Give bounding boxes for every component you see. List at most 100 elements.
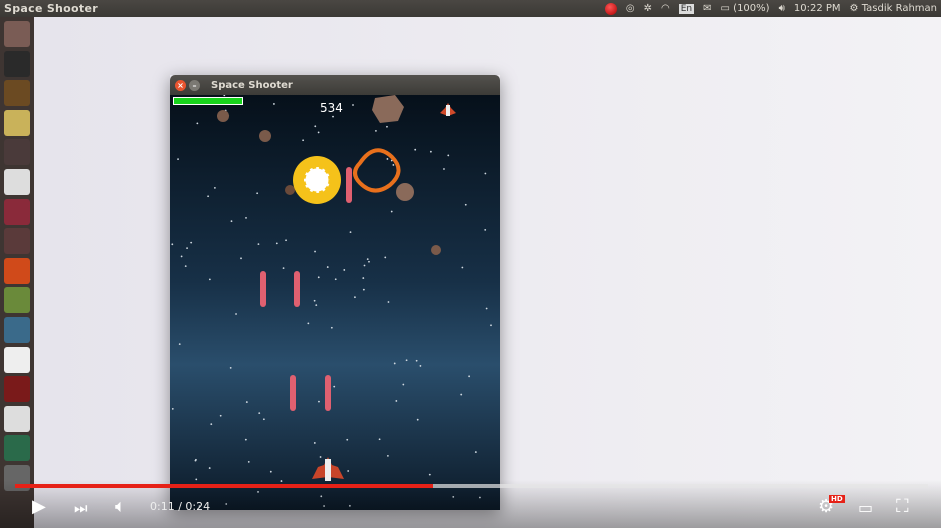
star [319, 456, 322, 458]
star [387, 454, 389, 457]
star [285, 239, 287, 242]
star [386, 158, 389, 160]
system-tray: ◎ ✲ ◠ En ✉ ▭ (100%) 🔊︎ 10:22 PM ⚙ Tasdik… [604, 0, 937, 17]
star [490, 324, 492, 327]
star [395, 400, 398, 402]
star [262, 418, 265, 421]
star [416, 418, 419, 421]
hd-badge: HD [829, 495, 845, 503]
explosion-core [302, 165, 332, 195]
star [405, 359, 408, 362]
terminal-icon[interactable] [4, 50, 30, 77]
battery-indicator[interactable]: ▭ (100%) [721, 3, 770, 14]
star [186, 247, 188, 250]
star [362, 288, 365, 291]
chrome-icon[interactable] [4, 109, 30, 136]
lasers [260, 167, 352, 411]
virtualbox-icon[interactable] [4, 317, 30, 343]
star [307, 322, 310, 325]
top-panel: Space Shooter ◎ ✲ ◠ En ✉ ▭ (100%) 🔊︎ 10:… [0, 0, 941, 17]
game-scene [171, 95, 492, 507]
star [313, 442, 316, 444]
volume-icon[interactable]: 🔊︎ [779, 3, 785, 14]
game-canvas[interactable]: 534 [170, 95, 500, 510]
window-titlebar[interactable]: × – Space Shooter [170, 75, 500, 95]
play-button[interactable]: ▶ [32, 496, 46, 517]
clock[interactable]: 10:22 PM [794, 3, 841, 14]
star [447, 154, 450, 157]
asteroid [217, 110, 229, 122]
star [474, 451, 477, 453]
battery-icon: ▭ [720, 3, 730, 14]
mysql-workbench-icon[interactable] [4, 169, 30, 195]
next-button[interactable]: ⏭ [74, 499, 88, 517]
volume-button[interactable]: 🔈︎ [115, 496, 126, 517]
progress-bar[interactable] [15, 484, 928, 488]
star [302, 139, 305, 142]
star [443, 168, 445, 170]
time-display: 0:11 / 0:24 [150, 500, 211, 513]
star [461, 266, 464, 269]
wifi-icon[interactable]: ◠ [661, 3, 670, 14]
star [375, 129, 377, 132]
star [386, 125, 388, 128]
files-icon[interactable] [4, 198, 30, 225]
star [207, 195, 210, 198]
screenshot-icon[interactable]: ✲ [644, 3, 652, 14]
game-window[interactable]: × – Space Shooter 534 [170, 75, 500, 510]
star [213, 187, 216, 189]
record-indicator-icon[interactable] [604, 2, 617, 15]
session-menu[interactable]: ⚙ Tasdik Rahman [850, 3, 937, 14]
star [468, 375, 471, 378]
enemy-ship [440, 103, 456, 116]
star [332, 115, 334, 118]
sublime-text-icon[interactable] [4, 80, 30, 107]
star [196, 122, 199, 125]
globe-browser-icon[interactable] [4, 435, 30, 462]
star [258, 412, 261, 415]
star [384, 256, 387, 259]
close-button[interactable]: × [175, 79, 186, 91]
star [317, 131, 320, 134]
star [415, 359, 418, 362]
theater-mode-button[interactable]: ▭ [858, 498, 873, 517]
text-editor-icon[interactable] [4, 346, 30, 373]
ubuntu-dash-icon[interactable] [4, 21, 30, 47]
star [245, 401, 248, 403]
star [171, 243, 174, 246]
gnome-cards-icon[interactable] [4, 376, 30, 403]
asteroid [372, 95, 404, 123]
battery-percent: (100%) [733, 3, 770, 14]
libreoffice-calc-icon[interactable] [4, 287, 30, 314]
fullscreen-button[interactable]: ⛶ [896, 496, 909, 517]
latex-icon[interactable] [4, 405, 30, 432]
star [273, 103, 275, 105]
star [244, 438, 247, 441]
user-name: Tasdik Rahman [861, 3, 937, 14]
star [414, 148, 417, 151]
window-title: Space Shooter [211, 79, 293, 91]
star [363, 264, 366, 267]
software-center-icon[interactable] [4, 257, 30, 284]
mail-icon[interactable]: ✉ [703, 3, 711, 14]
star [257, 243, 260, 246]
explosion-orange [353, 148, 401, 193]
star [240, 257, 242, 260]
stars [171, 95, 492, 507]
system-settings-icon[interactable] [4, 228, 30, 255]
star [314, 125, 317, 128]
star [333, 385, 336, 388]
star [229, 366, 232, 369]
star [378, 438, 381, 441]
launcher [0, 17, 34, 528]
health-bar [173, 97, 243, 105]
star [184, 265, 187, 267]
firefox-icon[interactable] [4, 139, 30, 166]
minimize-button[interactable]: – [189, 79, 200, 91]
gear-icon: ⚙ [849, 3, 859, 14]
star [352, 104, 354, 106]
keyboard-layout[interactable]: En [678, 3, 695, 14]
star [326, 266, 329, 268]
sync-icon[interactable]: ◎ [626, 3, 635, 14]
star [247, 461, 250, 463]
